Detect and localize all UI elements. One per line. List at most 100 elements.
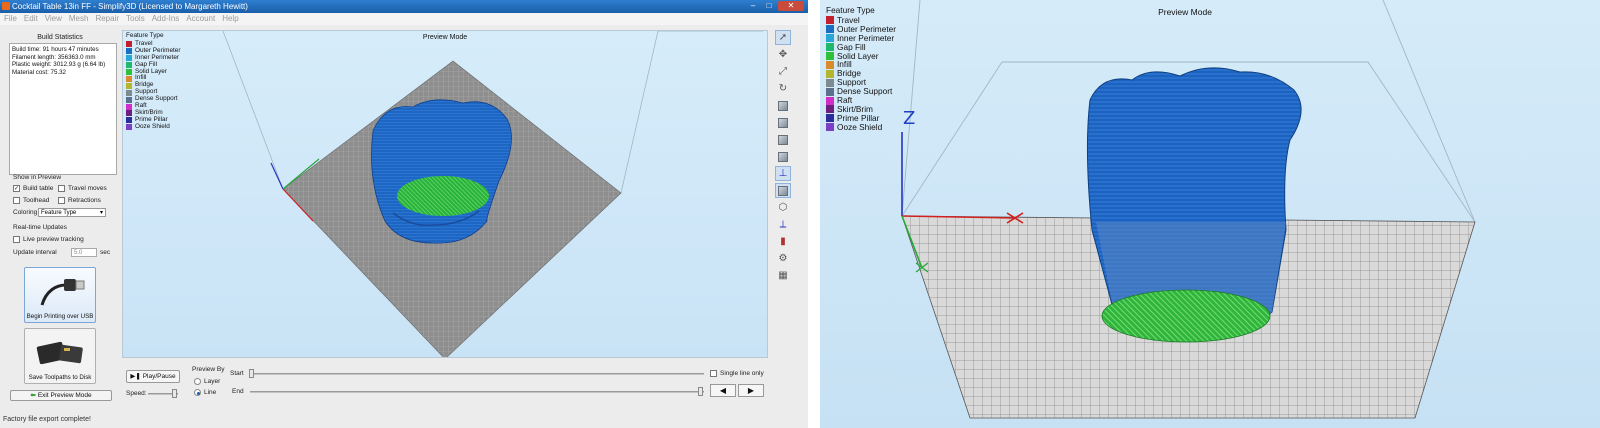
live-preview-tracking-checkbox[interactable]: Live preview tracking — [13, 236, 84, 243]
menu-edit[interactable]: Edit — [24, 13, 38, 25]
preview-by-label: Preview By — [192, 366, 225, 373]
retractions-checkbox[interactable]: Retractions — [58, 197, 101, 204]
menu-view[interactable]: View — [45, 13, 62, 25]
zoomed-preview-viewport[interactable]: Feature Type Travel Outer Perimeter Inne… — [820, 0, 1600, 428]
menu-tools[interactable]: Tools — [126, 13, 145, 25]
legend-swatch — [826, 43, 834, 52]
legend-label: Ooze Shield — [135, 122, 170, 130]
cube-icon — [778, 134, 788, 145]
legend-item: Ooze Shield — [126, 122, 180, 131]
legend-swatch — [826, 87, 834, 96]
legend-label: Ooze Shield — [837, 121, 883, 132]
preview-by-line-radio[interactable]: Line — [194, 389, 216, 396]
preview-by-layer-radio[interactable]: Layer — [194, 378, 220, 385]
menu-mesh[interactable]: Mesh — [69, 13, 89, 25]
settings-gear-icon[interactable]: ⚙ — [775, 251, 791, 266]
checkbox-empty-icon — [58, 185, 65, 192]
legend-swatch — [826, 69, 834, 78]
cross-section-icon[interactable]: ⟂ — [775, 217, 791, 232]
play-pause-button[interactable]: ▶❚ Play/Pause — [126, 370, 180, 383]
legend-swatch — [826, 105, 834, 114]
checkbox-empty-icon — [58, 197, 65, 204]
legend-swatch — [126, 110, 132, 117]
toolhead-checkbox[interactable]: Toolhead — [13, 197, 49, 204]
travel-moves-checkbox[interactable]: Travel moves — [58, 185, 107, 192]
save-toolpaths-disk-button[interactable]: Save Toolpaths to Disk — [24, 328, 96, 384]
close-button[interactable]: ✕ — [778, 1, 804, 11]
back-arrow-icon: ⬅ — [30, 392, 36, 399]
legend-swatch — [126, 89, 132, 96]
maximize-button[interactable]: □ — [762, 1, 776, 11]
checkbox-empty-icon — [13, 236, 20, 243]
legend-swatch — [126, 96, 132, 103]
legend-swatch — [126, 82, 132, 89]
legend-swatch — [126, 62, 132, 69]
preview-3d-scene — [222, 31, 763, 357]
legend-swatch — [126, 124, 132, 131]
legend-swatch — [126, 68, 132, 75]
view-bottom-icon[interactable] — [775, 115, 791, 130]
menu-file[interactable]: File — [4, 13, 17, 25]
preview-viewport[interactable]: Feature Type Travel Outer Perimeter Inne… — [122, 30, 768, 358]
speed-slider-thumb[interactable] — [172, 389, 177, 398]
view-back-icon[interactable] — [775, 149, 791, 164]
solid-view-icon[interactable] — [775, 183, 791, 198]
z-axis-label: Z — [903, 108, 916, 129]
checkbox-empty-icon — [710, 370, 717, 377]
scale-icon[interactable]: ⤢ — [775, 64, 791, 79]
wireframe-view-icon[interactable]: ⬡ — [775, 200, 791, 215]
select-pointer-icon[interactable]: ➚ — [775, 30, 791, 45]
axes-toggle-icon[interactable]: ⊥ — [775, 166, 791, 181]
end-slider-track[interactable] — [250, 391, 704, 393]
section-view-icon[interactable]: ▮ — [775, 234, 791, 249]
menu-bar: File Edit View Mesh Repair Tools Add-Ins… — [0, 13, 808, 25]
zoomed-preview-mode-title: Preview Mode — [1158, 7, 1212, 17]
start-slider-thumb[interactable] — [249, 369, 254, 378]
start-slider-track[interactable] — [250, 373, 704, 375]
update-interval-input[interactable]: 5.0 — [71, 248, 97, 257]
build-statistics-box: Build time: 91 hours 47 minutes Filament… — [9, 43, 117, 175]
rotate-icon[interactable]: ↻ — [775, 81, 791, 96]
minimize-button[interactable]: – — [746, 1, 760, 11]
menu-help[interactable]: Help — [222, 13, 238, 25]
cube-icon — [778, 151, 788, 162]
cube-icon — [778, 117, 788, 128]
legend-swatch — [126, 75, 132, 82]
menu-repair[interactable]: Repair — [95, 13, 119, 25]
move-icon[interactable]: ✥ — [775, 47, 791, 62]
end-slider-thumb[interactable] — [698, 387, 703, 396]
begin-printing-usb-button[interactable]: Begin Printing over USB — [24, 267, 96, 323]
single-line-only-label: Single line only — [720, 370, 764, 377]
checkbox-empty-icon — [13, 197, 20, 204]
view-top-icon[interactable] — [775, 98, 791, 113]
status-bar: Factory file export complete! — [3, 416, 91, 423]
layers-icon[interactable]: ▦ — [775, 268, 791, 283]
stat-filament-length: Filament length: 356363.0 mm — [12, 53, 96, 61]
begin-printing-usb-label: Begin Printing over USB — [26, 313, 94, 320]
menu-account[interactable]: Account — [186, 13, 215, 25]
next-button[interactable]: ▶ — [738, 384, 764, 397]
view-front-icon[interactable] — [775, 132, 791, 147]
legend-swatch — [826, 34, 834, 43]
coloring-select[interactable]: Feature Type ▾ — [38, 208, 106, 217]
legend-swatch — [126, 117, 132, 124]
simplify3d-window: Cocktail Table 13in FF - Simplify3D (Lic… — [0, 0, 808, 428]
chevron-down-icon: ▾ — [99, 210, 103, 216]
retractions-label: Retractions — [68, 197, 101, 204]
build-table-checkbox[interactable]: ✓ Build table — [13, 185, 53, 192]
stat-plastic-weight: Plastic weight: 3012.93 g (6.64 lb) — [12, 61, 106, 68]
menu-add-ins[interactable]: Add-Ins — [152, 13, 180, 25]
update-interval-label: Update interval — [13, 249, 57, 256]
radio-off-icon — [194, 378, 201, 385]
play-pause-icon: ▶❚ — [130, 373, 141, 380]
coloring-label: Coloring — [13, 209, 38, 216]
coloring-value: Feature Type — [41, 210, 77, 216]
legend-swatch — [826, 123, 834, 132]
toolhead-label: Toolhead — [23, 197, 50, 204]
previous-button[interactable]: ◀ — [710, 384, 736, 397]
start-label: Start — [230, 370, 244, 377]
single-line-only-checkbox[interactable]: Single line only — [710, 370, 764, 377]
legend-swatch — [826, 78, 834, 87]
exit-preview-mode-button[interactable]: ⬅ Exit Preview Mode — [10, 390, 112, 401]
line-label: Line — [204, 389, 217, 396]
